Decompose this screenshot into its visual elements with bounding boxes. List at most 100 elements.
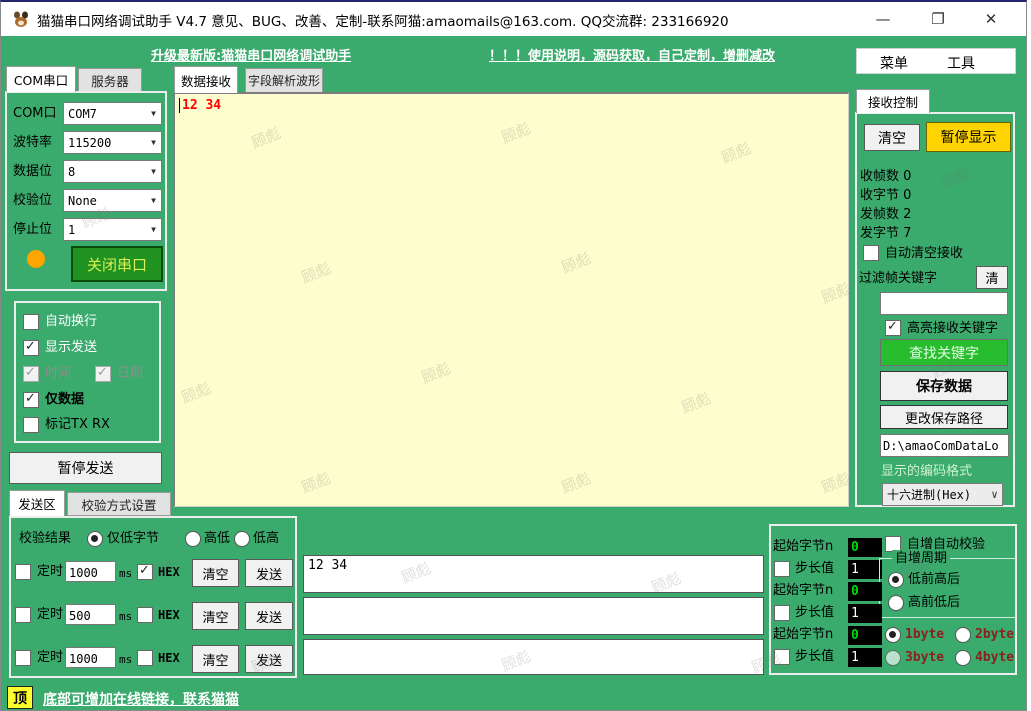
timer2-checkbox[interactable]: [15, 607, 31, 623]
checksum-result-label: 校验结果: [19, 531, 72, 546]
find-keyword-button[interactable]: 查找关键字: [880, 339, 1008, 366]
change-save-path-button[interactable]: 更改保存路径: [880, 405, 1008, 429]
pause-send-button[interactable]: 暂停发送: [9, 452, 162, 484]
hex1-checkbox[interactable]: [137, 563, 153, 580]
tab-field-waveform[interactable]: 字段解析波形: [245, 68, 323, 93]
tx-frames-value: 2: [903, 207, 912, 222]
chevron-down-icon: ∨: [991, 488, 998, 501]
timer3-interval-input[interactable]: 1000: [65, 647, 116, 668]
maximize-button[interactable]: ❐: [914, 2, 962, 36]
step1-input[interactable]: 1: [848, 560, 882, 579]
encoding-format-select[interactable]: 十六进制(Hex) ∨: [882, 483, 1003, 506]
timer1-checkbox[interactable]: [15, 564, 31, 580]
send2-button[interactable]: 发送: [245, 602, 293, 630]
checksum-lowbyte-radio[interactable]: [87, 531, 103, 547]
send-input-1[interactable]: 12 34: [303, 555, 764, 593]
save-data-button[interactable]: 保存数据: [880, 371, 1008, 401]
footer-link[interactable]: 底部可增加在线链接，联系猫猫: [43, 689, 239, 709]
cycle-highfirst-radio[interactable]: [888, 595, 904, 611]
auto-clear-checkbox[interactable]: [863, 245, 879, 261]
tab-checksum-settings[interactable]: 校验方式设置: [67, 492, 171, 516]
encoding-format-label: 显示的编码格式: [881, 464, 973, 479]
timer2-interval-input[interactable]: 500: [65, 604, 116, 625]
rx-bytes-value: 0: [903, 188, 912, 203]
data-bits-select[interactable]: 8 ▼: [63, 160, 162, 183]
checksum-highlow-radio[interactable]: [185, 531, 201, 547]
close-button[interactable]: ✕: [967, 2, 1015, 36]
date-label: 日期: [117, 366, 144, 381]
byte2-radio[interactable]: [955, 627, 971, 643]
menu-item-tools[interactable]: 工具: [947, 53, 975, 73]
baud-rate-value: 115200: [68, 135, 112, 150]
step2-value: 1: [851, 606, 859, 621]
mark-txrx-checkbox[interactable]: [23, 417, 39, 433]
checksum-lowhigh-radio[interactable]: [234, 531, 250, 547]
send3-button[interactable]: 发送: [245, 645, 293, 673]
start-byte3-input[interactable]: 0: [848, 626, 882, 645]
hex3-checkbox[interactable]: [137, 650, 153, 666]
pause-display-button[interactable]: 暂停显示: [926, 122, 1011, 152]
menu-item-menu[interactable]: 菜单: [880, 53, 908, 73]
clear3-button[interactable]: 清空: [192, 645, 239, 673]
byte4-label: 4byte: [975, 650, 1015, 665]
parity-select[interactable]: None ▼: [63, 189, 162, 212]
byte3-radio[interactable]: [885, 650, 901, 666]
app-icon: [11, 9, 31, 29]
highlight-keyword-checkbox[interactable]: [885, 319, 901, 336]
clear1-button[interactable]: 清空: [192, 559, 239, 587]
tab-server[interactable]: 服务器: [78, 68, 142, 92]
start-byte2-input[interactable]: 0: [848, 582, 882, 601]
close-serial-button[interactable]: 关闭串口: [71, 246, 163, 282]
top-button[interactable]: 顶: [7, 686, 33, 709]
chevron-down-icon: ▼: [151, 167, 156, 176]
step3-checkbox[interactable]: [774, 649, 790, 665]
byte4-radio[interactable]: [955, 650, 971, 666]
start-byte2-value: 0: [851, 584, 859, 599]
tab-data-receive[interactable]: 数据接收: [174, 66, 238, 93]
help-link[interactable]: ！！！使用说明，源码获取，自己定制，增删减改: [489, 45, 775, 64]
data-only-checkbox[interactable]: [23, 391, 39, 408]
auto-newline-checkbox[interactable]: [23, 314, 39, 330]
timer1-label: 定时: [37, 564, 64, 579]
byte1-radio[interactable]: [885, 627, 901, 643]
send1-button[interactable]: 发送: [245, 559, 293, 587]
step3-input[interactable]: 1: [848, 648, 882, 667]
timer3-checkbox[interactable]: [15, 650, 31, 666]
step2-input[interactable]: 1: [848, 604, 882, 623]
show-send-checkbox[interactable]: [23, 339, 39, 356]
start-byte1-label: 起始字节n: [773, 539, 834, 554]
filter-keyword-input[interactable]: [880, 292, 1008, 315]
stop-bits-select[interactable]: 1 ▼: [63, 218, 162, 241]
title-bar: 猫猫串口网络调试助手 V4.7 意见、BUG、改善、定制-联系阿猫:amaoma…: [1, 2, 1026, 36]
data-only-label: 仅数据: [45, 392, 85, 407]
chevron-down-icon: ▼: [151, 196, 156, 205]
stop-bits-value: 1: [68, 222, 76, 237]
menu-strip: 菜单 工具: [856, 48, 1016, 74]
start-byte1-input[interactable]: 0: [848, 538, 882, 557]
send-input-3[interactable]: [303, 639, 764, 675]
data-bits-label: 数据位: [13, 164, 53, 179]
cycle-lowfirst-radio[interactable]: [888, 572, 904, 588]
timer3-ms-label: ms: [119, 653, 133, 666]
tab-com-serial[interactable]: COM串口: [6, 66, 76, 92]
send-input-2[interactable]: [303, 597, 764, 635]
receive-textarea[interactable]: 12 34: [173, 92, 849, 507]
cycle-group-label: 自增周期: [892, 550, 951, 567]
step2-label: 步长值: [795, 605, 835, 620]
hex2-checkbox[interactable]: [137, 607, 153, 623]
minimize-button[interactable]: —: [859, 2, 907, 36]
com-port-select[interactable]: COM7 ▼: [63, 102, 162, 125]
save-path-input[interactable]: D:\amaoComDataLo: [880, 434, 1009, 457]
clear-receive-button[interactable]: 清空: [864, 124, 920, 151]
step2-checkbox[interactable]: [774, 605, 790, 621]
upgrade-link[interactable]: 升级最新版:猫猫串口网络调试助手: [151, 45, 351, 64]
date-checkbox[interactable]: [95, 365, 111, 382]
clear2-button[interactable]: 清空: [192, 602, 239, 630]
timer1-interval-input[interactable]: 1000: [65, 561, 116, 582]
tab-receive-control[interactable]: 接收控制: [856, 89, 930, 113]
tab-send-area[interactable]: 发送区: [9, 490, 65, 516]
baud-rate-select[interactable]: 115200 ▼: [63, 131, 162, 154]
time-checkbox[interactable]: [23, 365, 39, 382]
step1-checkbox[interactable]: [774, 561, 790, 577]
filter-clear-button[interactable]: 清: [976, 266, 1008, 289]
